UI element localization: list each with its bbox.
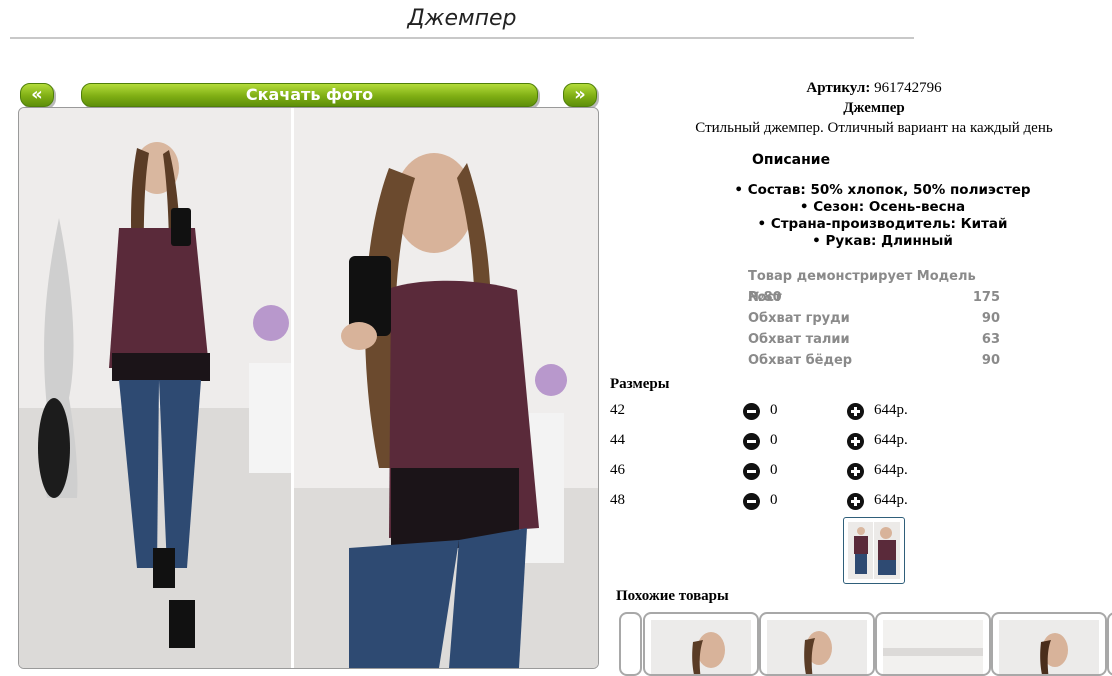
similar-product-card[interactable]	[759, 612, 875, 676]
title-divider	[10, 37, 914, 39]
page-title: Джемпер	[407, 6, 517, 31]
photo-thumbnail[interactable]	[843, 517, 905, 584]
product-name: Джемпер	[843, 100, 905, 116]
product-photo-image	[19, 108, 598, 668]
size-label: 48	[610, 492, 625, 508]
sku-label: Артикул:	[806, 80, 871, 96]
measure-value: 63	[981, 332, 1000, 347]
sku-value: 961742796	[874, 80, 942, 96]
minus-icon[interactable]	[743, 403, 760, 420]
description-item: • Рукав: Длинный	[812, 233, 953, 249]
download-photo-button[interactable]: Скачать фото	[81, 83, 538, 107]
size-quantity: 0	[770, 432, 778, 448]
size-label: 44	[610, 432, 625, 448]
thumbnail-image	[848, 522, 900, 579]
similar-product-card[interactable]	[619, 612, 642, 676]
measure-label: Обхват бёдер	[748, 353, 853, 368]
next-photo-button[interactable]: »	[563, 83, 597, 107]
minus-icon[interactable]	[743, 463, 760, 480]
model-measurements: Товар демонстрирует Модель №80 Рост 175 О…	[748, 266, 1000, 371]
similar-product-image	[883, 648, 983, 656]
measure-label: Рост	[748, 290, 782, 305]
description-item: • Страна-производитель: Китай	[757, 216, 1008, 232]
similar-product-image	[804, 631, 832, 674]
description-list: • Состав: 50% хлопок, 50% полиэстер • Се…	[620, 182, 1112, 250]
size-price: 644р.	[874, 432, 908, 448]
size-price: 644р.	[874, 492, 908, 508]
plus-icon[interactable]	[847, 463, 864, 480]
measure-label: Обхват талии	[748, 332, 850, 347]
size-quantity: 0	[770, 492, 778, 508]
measure-value: 175	[972, 290, 1000, 305]
plus-icon[interactable]	[847, 493, 864, 510]
plus-icon[interactable]	[847, 403, 864, 420]
minus-icon[interactable]	[743, 433, 760, 450]
description-heading: Описание	[752, 152, 831, 168]
similar-product-image	[692, 632, 725, 674]
measure-value: 90	[981, 353, 1000, 368]
size-price: 644р.	[874, 402, 908, 418]
similar-product-image	[1040, 633, 1068, 674]
measure-label: Обхват груди	[748, 311, 850, 326]
product-info: Артикул: 961742796 Джемпер Стильный джем…	[620, 78, 1112, 138]
minus-icon[interactable]	[743, 493, 760, 510]
description-item: • Состав: 50% хлопок, 50% полиэстер	[734, 182, 1031, 198]
similar-product-card[interactable]	[1107, 612, 1112, 676]
product-tagline: Стильный джемпер. Отличный вариант на ка…	[695, 120, 1053, 136]
size-label: 42	[610, 402, 625, 418]
similar-product-card[interactable]	[991, 612, 1107, 676]
sizes-heading: Размеры	[610, 376, 670, 392]
measure-value: 90	[981, 311, 1000, 326]
size-quantity: 0	[770, 462, 778, 478]
size-quantity: 0	[770, 402, 778, 418]
size-label: 46	[610, 462, 625, 478]
model-heading: Товар демонстрирует Модель №80	[748, 269, 976, 305]
description-item: • Сезон: Осень-весна	[799, 199, 966, 215]
plus-icon[interactable]	[847, 433, 864, 450]
similar-product-card[interactable]	[643, 612, 759, 676]
similar-heading: Похожие товары	[616, 588, 729, 604]
prev-photo-button[interactable]: «	[20, 83, 54, 107]
product-photo[interactable]	[18, 107, 599, 669]
size-price: 644р.	[874, 462, 908, 478]
similar-product-card[interactable]	[875, 612, 991, 676]
